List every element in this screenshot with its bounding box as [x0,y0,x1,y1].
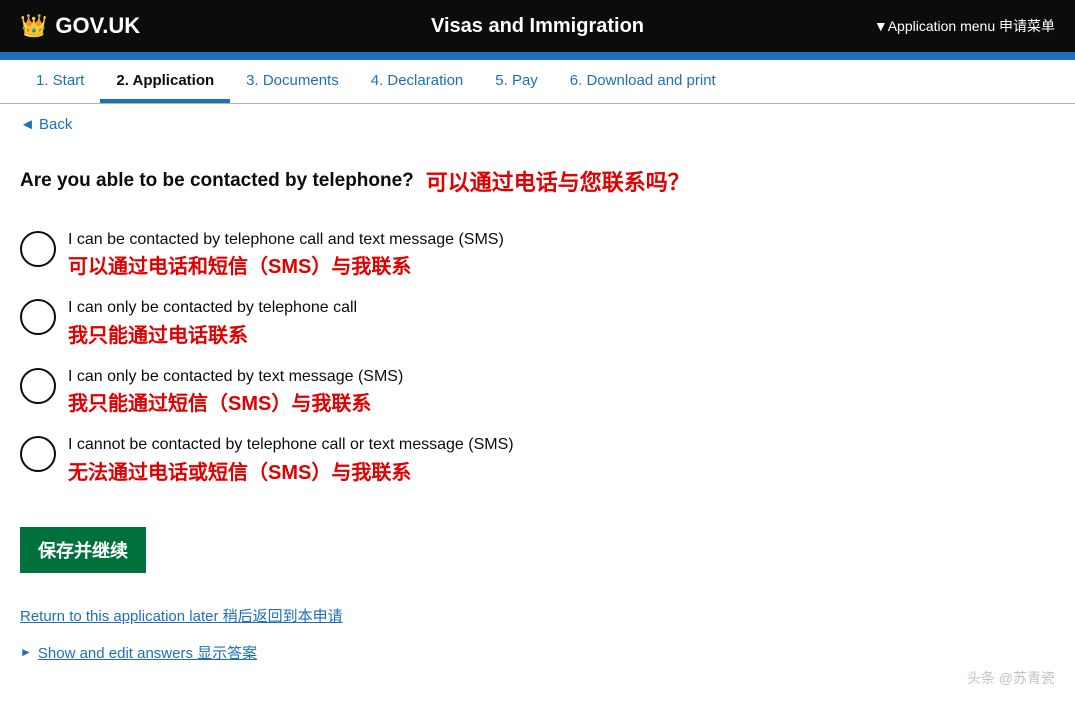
option-4-english: I cannot be contacted by telephone call … [68,434,514,456]
step-pay[interactable]: 5. Pay [479,60,554,103]
step-start[interactable]: 1. Start [20,60,100,103]
progress-nav: 1. Start 2. Application 3. Documents 4. … [0,60,1075,104]
save-button[interactable]: 保存并继续 [20,527,146,573]
application-menu[interactable]: ▼Application menu 申请菜单 [874,16,1055,36]
radio-circle-3[interactable] [20,368,56,404]
option-2-english: I can only be contacted by telephone cal… [68,297,357,319]
logo-text: GOV.UK [55,13,140,39]
question-english: Are you able to be contacted by telephon… [20,170,414,192]
option-text-4: I cannot be contacted by telephone call … [68,434,514,486]
return-chinese: 稍后返回到本申请 [223,608,343,625]
gov-logo[interactable]: 👑 GOV.UK [20,13,140,39]
show-answers-chevron-icon: ► [20,645,32,659]
step-download[interactable]: 6. Download and print [554,60,732,103]
back-chevron-icon: ◄ [20,116,35,133]
radio-circle-4[interactable] [20,436,56,472]
back-link[interactable]: ◄ Back [20,116,72,133]
option-text-3: I can only be contacted by text message … [68,366,403,418]
option-1-english: I can be contacted by telephone call and… [68,229,504,251]
radio-option-3[interactable]: I can only be contacted by text message … [20,358,880,426]
page-header: 👑 GOV.UK Visas and Immigration ▼Applicat… [0,0,1075,52]
step-documents[interactable]: 3. Documents [230,60,355,103]
show-answers-link[interactable]: Show and edit answers 显示答案 [38,642,257,663]
step-application[interactable]: 2. Application [100,60,230,103]
question-chinese: 可以通过电话与您联系吗？ [426,165,690,197]
show-answers-chinese: 显示答案 [197,645,257,662]
main-content: Are you able to be contacted by telephon… [0,145,900,699]
radio-circle-2[interactable] [20,299,56,335]
option-4-chinese: 无法通过电话或短信（SMS）与我联系 [68,459,514,487]
option-text-1: I can be contacted by telephone call and… [68,229,504,281]
show-answers-section: ► Show and edit answers 显示答案 [20,642,880,663]
option-2-chinese: 我只能通过电话联系 [68,322,357,350]
radio-option-2[interactable]: I can only be contacted by telephone cal… [20,289,880,357]
option-1-chinese: 可以通过电话和短信（SMS）与我联系 [68,253,504,281]
return-english: Return to this application later [20,608,218,625]
option-3-chinese: 我只能通过短信（SMS）与我联系 [68,390,403,418]
radio-group: I can be contacted by telephone call and… [20,221,880,495]
back-label: Back [39,116,72,133]
radio-option-1[interactable]: I can be contacted by telephone call and… [20,221,880,289]
radio-circle-1[interactable] [20,231,56,267]
option-text-2: I can only be contacted by telephone cal… [68,297,357,349]
blue-bar [0,52,1075,60]
question-label: Are you able to be contacted by telephon… [20,165,880,197]
return-link[interactable]: Return to this application later 稍后返回到本申… [20,608,343,625]
show-answers-english: Show and edit answers [38,645,193,662]
step-declaration[interactable]: 4. Declaration [355,60,480,103]
radio-option-4[interactable]: I cannot be contacted by telephone call … [20,426,880,494]
return-link-section: Return to this application later 稍后返回到本申… [20,605,880,626]
back-section: ◄ Back [0,104,1075,145]
option-3-english: I can only be contacted by text message … [68,366,403,388]
site-title: Visas and Immigration [431,15,644,38]
crown-icon: 👑 [20,13,47,39]
